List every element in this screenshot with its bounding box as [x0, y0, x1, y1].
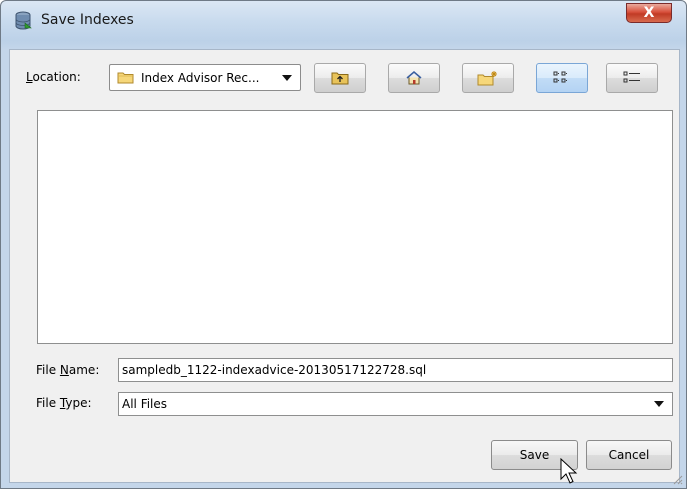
details-view-icon: [623, 71, 640, 83]
new-folder-button[interactable]: [462, 63, 514, 93]
location-combo[interactable]: Index Advisor Rec...: [109, 64, 301, 91]
file-type-label-rest: ype:: [65, 396, 92, 410]
new-folder-icon: [477, 71, 497, 86]
window-title: Save Indexes: [41, 12, 134, 28]
file-name-label-prefix: File: [36, 363, 60, 377]
file-name-label: File Name:: [36, 363, 99, 377]
file-type-select[interactable]: All Files: [118, 392, 673, 416]
folder-icon: [117, 72, 134, 84]
list-view-icon: [553, 71, 568, 83]
up-one-level-button[interactable]: [314, 63, 366, 93]
location-label-rest: ocation:: [32, 70, 81, 84]
file-list[interactable]: [37, 110, 673, 344]
details-view-button[interactable]: [606, 63, 658, 93]
file-type-label-prefix: File: [36, 396, 60, 410]
file-name-input[interactable]: sampledb_1122-indexadvice-20130517122728…: [118, 358, 673, 382]
home-icon: [406, 71, 422, 85]
file-type-value: All Files: [122, 397, 168, 411]
save-indexes-dialog: Save Indexes X Location: Index Advisor R…: [0, 0, 687, 489]
cancel-button[interactable]: Cancel: [586, 440, 672, 470]
title-bar[interactable]: Save Indexes X: [1, 1, 686, 41]
resize-grip-icon[interactable]: [671, 473, 683, 485]
database-icon: [15, 11, 32, 30]
home-button[interactable]: [388, 63, 440, 93]
list-view-button[interactable]: [536, 63, 588, 93]
chevron-down-icon: [654, 401, 664, 407]
close-button[interactable]: X: [626, 3, 672, 23]
file-name-label-rest: ame:: [68, 363, 100, 377]
file-type-label: File Type:: [36, 396, 92, 410]
mouse-pointer-icon: [560, 458, 578, 484]
file-name-mnemonic: N: [59, 363, 69, 377]
up-folder-icon: [331, 72, 349, 85]
location-value: Index Advisor Rec...: [141, 71, 260, 85]
chevron-down-icon: [282, 75, 292, 81]
location-label: Location:: [26, 70, 81, 84]
